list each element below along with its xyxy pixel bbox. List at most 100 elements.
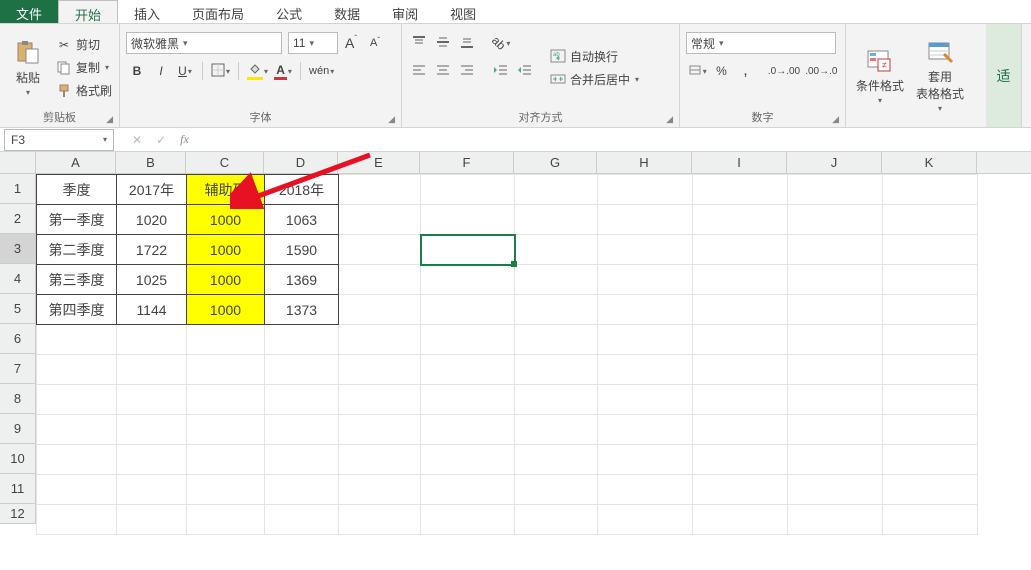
cell-F12[interactable] xyxy=(421,505,515,535)
align-bottom-button[interactable] xyxy=(456,32,478,54)
cell-A6[interactable] xyxy=(37,325,117,355)
cell-H10[interactable] xyxy=(598,445,693,475)
accounting-button[interactable]: ▾ xyxy=(686,60,708,82)
cell-A5[interactable]: 第四季度 xyxy=(37,295,117,325)
row-header-6[interactable]: 6 xyxy=(0,324,35,354)
format-painter-button[interactable]: 格式刷 xyxy=(54,81,114,100)
cell-A3[interactable]: 第二季度 xyxy=(37,235,117,265)
cell-C11[interactable] xyxy=(187,475,265,505)
cell-H12[interactable] xyxy=(598,505,693,535)
cell-F9[interactable] xyxy=(421,415,515,445)
cell-D1[interactable]: 2018年 xyxy=(265,175,339,205)
select-all-corner[interactable] xyxy=(0,152,36,174)
cell-H9[interactable] xyxy=(598,415,693,445)
row-header-7[interactable]: 7 xyxy=(0,354,35,384)
cell-I12[interactable] xyxy=(693,505,788,535)
cell-G1[interactable] xyxy=(515,175,598,205)
cell-G8[interactable] xyxy=(515,385,598,415)
number-launcher[interactable]: ◢ xyxy=(832,114,839,125)
cell-G11[interactable] xyxy=(515,475,598,505)
col-header-K[interactable]: K xyxy=(882,152,977,173)
row-header-8[interactable]: 8 xyxy=(0,384,35,414)
cell-D5[interactable]: 1373 xyxy=(265,295,339,325)
cell-F6[interactable] xyxy=(421,325,515,355)
cell-A7[interactable] xyxy=(37,355,117,385)
cell-B9[interactable] xyxy=(117,415,187,445)
cell-D8[interactable] xyxy=(265,385,339,415)
cut-button[interactable]: ✂ 剪切 xyxy=(54,35,114,54)
fit-button-partial[interactable]: 适 xyxy=(982,64,1026,88)
decrease-decimal-button[interactable]: .00→.0 xyxy=(804,60,839,82)
tab-review[interactable]: 审阅 xyxy=(376,0,434,23)
cell-D12[interactable] xyxy=(265,505,339,535)
cell-D4[interactable]: 1369 xyxy=(265,265,339,295)
cell-J6[interactable] xyxy=(788,325,883,355)
cell-F5[interactable] xyxy=(421,295,515,325)
borders-button[interactable]: ▾ xyxy=(209,60,232,82)
cell-H7[interactable] xyxy=(598,355,693,385)
cell-E3[interactable] xyxy=(339,235,421,265)
percent-button[interactable]: % xyxy=(710,60,732,82)
cell-J3[interactable] xyxy=(788,235,883,265)
row-header-1[interactable]: 1 xyxy=(0,174,35,204)
row-header-4[interactable]: 4 xyxy=(0,264,35,294)
italic-button[interactable]: I xyxy=(150,60,172,82)
name-box[interactable]: F3 ▾ xyxy=(4,129,114,151)
cell-D3[interactable]: 1590 xyxy=(265,235,339,265)
col-header-E[interactable]: E xyxy=(338,152,420,173)
col-header-I[interactable]: I xyxy=(692,152,787,173)
align-center-button[interactable] xyxy=(432,60,454,82)
cell-C1[interactable]: 辅助列 xyxy=(187,175,265,205)
cell-A2[interactable]: 第一季度 xyxy=(37,205,117,235)
cell-G3[interactable] xyxy=(515,235,598,265)
cell-D2[interactable]: 1063 xyxy=(265,205,339,235)
format-as-table-button[interactable]: 套用 表格格式 ▾ xyxy=(912,28,968,123)
cell-E1[interactable] xyxy=(339,175,421,205)
cell-E8[interactable] xyxy=(339,385,421,415)
cell-I10[interactable] xyxy=(693,445,788,475)
cell-I5[interactable] xyxy=(693,295,788,325)
cell-C6[interactable] xyxy=(187,325,265,355)
cell-G4[interactable] xyxy=(515,265,598,295)
row-header-11[interactable]: 11 xyxy=(0,474,35,504)
copy-button[interactable]: 复制▾ xyxy=(54,58,114,77)
formula-input[interactable] xyxy=(203,129,1031,151)
cell-C10[interactable] xyxy=(187,445,265,475)
cell-B12[interactable] xyxy=(117,505,187,535)
align-right-button[interactable] xyxy=(456,60,478,82)
cell-J4[interactable] xyxy=(788,265,883,295)
cell-H1[interactable] xyxy=(598,175,693,205)
cell-J2[interactable] xyxy=(788,205,883,235)
cell-J1[interactable] xyxy=(788,175,883,205)
cell-F1[interactable] xyxy=(421,175,515,205)
cell-I11[interactable] xyxy=(693,475,788,505)
wrap-text-button[interactable]: ab 自动换行 xyxy=(548,47,641,66)
row-header-5[interactable]: 5 xyxy=(0,294,35,324)
tab-page-layout[interactable]: 页面布局 xyxy=(176,0,260,23)
underline-button[interactable]: U▾ xyxy=(174,60,196,82)
fill-color-button[interactable]: ▾ xyxy=(245,60,270,82)
cell-G10[interactable] xyxy=(515,445,598,475)
row-header-9[interactable]: 9 xyxy=(0,414,35,444)
cell-E10[interactable] xyxy=(339,445,421,475)
cell-B4[interactable]: 1025 xyxy=(117,265,187,295)
cell-E11[interactable] xyxy=(339,475,421,505)
cell-C4[interactable]: 1000 xyxy=(187,265,265,295)
cell-I4[interactable] xyxy=(693,265,788,295)
merge-center-button[interactable]: 合并后居中 ▾ xyxy=(548,70,641,89)
col-header-H[interactable]: H xyxy=(597,152,692,173)
cell-A1[interactable]: 季度 xyxy=(37,175,117,205)
cell-F11[interactable] xyxy=(421,475,515,505)
cell-G2[interactable] xyxy=(515,205,598,235)
cell-E5[interactable] xyxy=(339,295,421,325)
increase-indent-button[interactable] xyxy=(514,60,536,82)
cell-C2[interactable]: 1000 xyxy=(187,205,265,235)
cell-G12[interactable] xyxy=(515,505,598,535)
align-top-button[interactable] xyxy=(408,32,430,54)
cell-I3[interactable] xyxy=(693,235,788,265)
cell-F8[interactable] xyxy=(421,385,515,415)
increase-decimal-button[interactable]: .0→.00 xyxy=(766,60,801,82)
cell-H2[interactable] xyxy=(598,205,693,235)
cell-D11[interactable] xyxy=(265,475,339,505)
cell-J11[interactable] xyxy=(788,475,883,505)
